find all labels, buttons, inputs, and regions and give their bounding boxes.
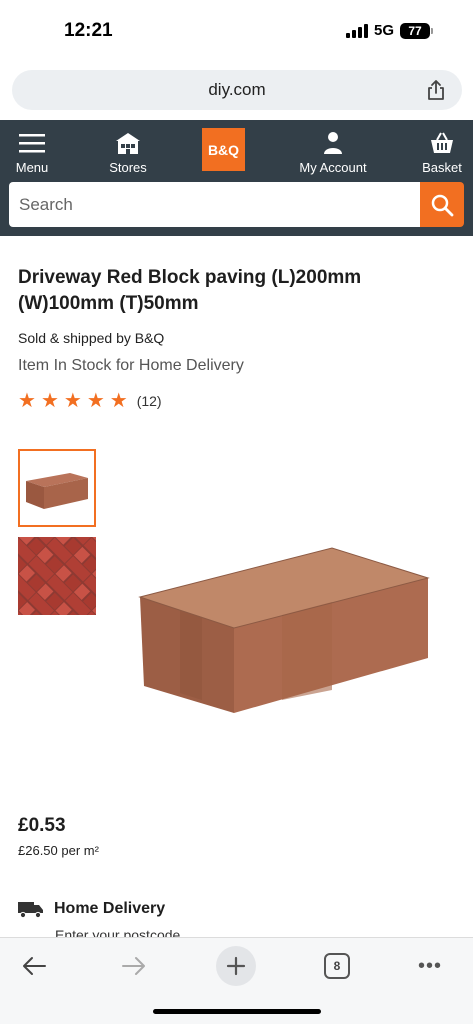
new-tab-button[interactable] — [216, 946, 256, 986]
menu-button[interactable]: Menu — [12, 130, 52, 175]
product-title: Driveway Red Block paving (L)200mm (W)10… — [18, 267, 362, 314]
tab-count: 8 — [324, 953, 350, 979]
arrow-right-icon — [122, 957, 145, 975]
search-icon — [431, 194, 454, 216]
star-icon: ★ — [109, 390, 128, 412]
thumbnail-brick[interactable] — [18, 449, 96, 527]
back-button[interactable] — [14, 946, 54, 986]
sold-by-text: Sold & shipped by B&Q — [18, 330, 165, 346]
review-count[interactable]: (12) — [137, 393, 162, 409]
star-icon: ★ — [86, 390, 105, 412]
arrow-left-icon — [23, 957, 46, 975]
forward-button[interactable] — [114, 946, 154, 986]
basket-icon — [416, 130, 468, 156]
star-icon: ★ — [63, 390, 82, 412]
url-text[interactable]: diy.com — [12, 80, 462, 100]
home-delivery-section: Home Delivery — [18, 900, 165, 918]
share-icon[interactable] — [426, 79, 446, 101]
battery-icon: 77 — [400, 22, 433, 39]
network-label: 5G — [373, 22, 394, 39]
price-per-unit: £26.50 per m² — [18, 843, 99, 858]
search-box[interactable] — [9, 182, 420, 227]
product-main-image[interactable] — [132, 540, 432, 715]
rating[interactable]: ★ ★ ★ ★ ★ (12) — [18, 391, 162, 411]
product-price: £0.53 — [18, 815, 66, 836]
status-bar: 12:21 5G 77 — [0, 0, 473, 62]
menu-label: Menu — [15, 160, 49, 175]
stores-button[interactable]: Stores — [100, 130, 156, 175]
status-indicators: 5G 77 — [345, 22, 433, 39]
home-indicator — [153, 1009, 321, 1014]
battery-level: 77 — [400, 22, 430, 39]
star-icon: ★ — [40, 390, 59, 412]
brick-image — [26, 473, 88, 509]
address-bar[interactable]: diy.com — [12, 70, 462, 110]
hamburger-icon — [12, 130, 52, 156]
truck-icon — [18, 902, 43, 918]
plus-icon — [226, 956, 246, 976]
stores-label: Stores — [109, 160, 147, 175]
tabs-button[interactable]: 8 — [317, 946, 357, 986]
search-input[interactable] — [19, 182, 409, 227]
basket-button[interactable]: Basket — [416, 130, 468, 175]
account-button[interactable]: My Account — [292, 130, 374, 175]
more-menu-button[interactable]: ••• — [410, 946, 450, 986]
delivery-title: Home Delivery — [54, 900, 166, 917]
store-icon — [100, 130, 156, 156]
thumbnail-herringbone[interactable] — [18, 537, 96, 615]
paving-pattern-image — [18, 537, 96, 615]
signal-icon — [345, 23, 368, 38]
search-button[interactable] — [420, 182, 464, 227]
status-time: 12:21 — [64, 20, 113, 41]
more-icon: ••• — [417, 954, 442, 977]
basket-label: Basket — [422, 160, 462, 175]
user-icon — [292, 130, 374, 156]
star-icon: ★ — [18, 390, 36, 412]
stock-status: Item In Stock for Home Delivery — [18, 357, 244, 374]
bq-logo[interactable]: B&Q — [202, 128, 245, 171]
account-label: My Account — [299, 160, 367, 175]
